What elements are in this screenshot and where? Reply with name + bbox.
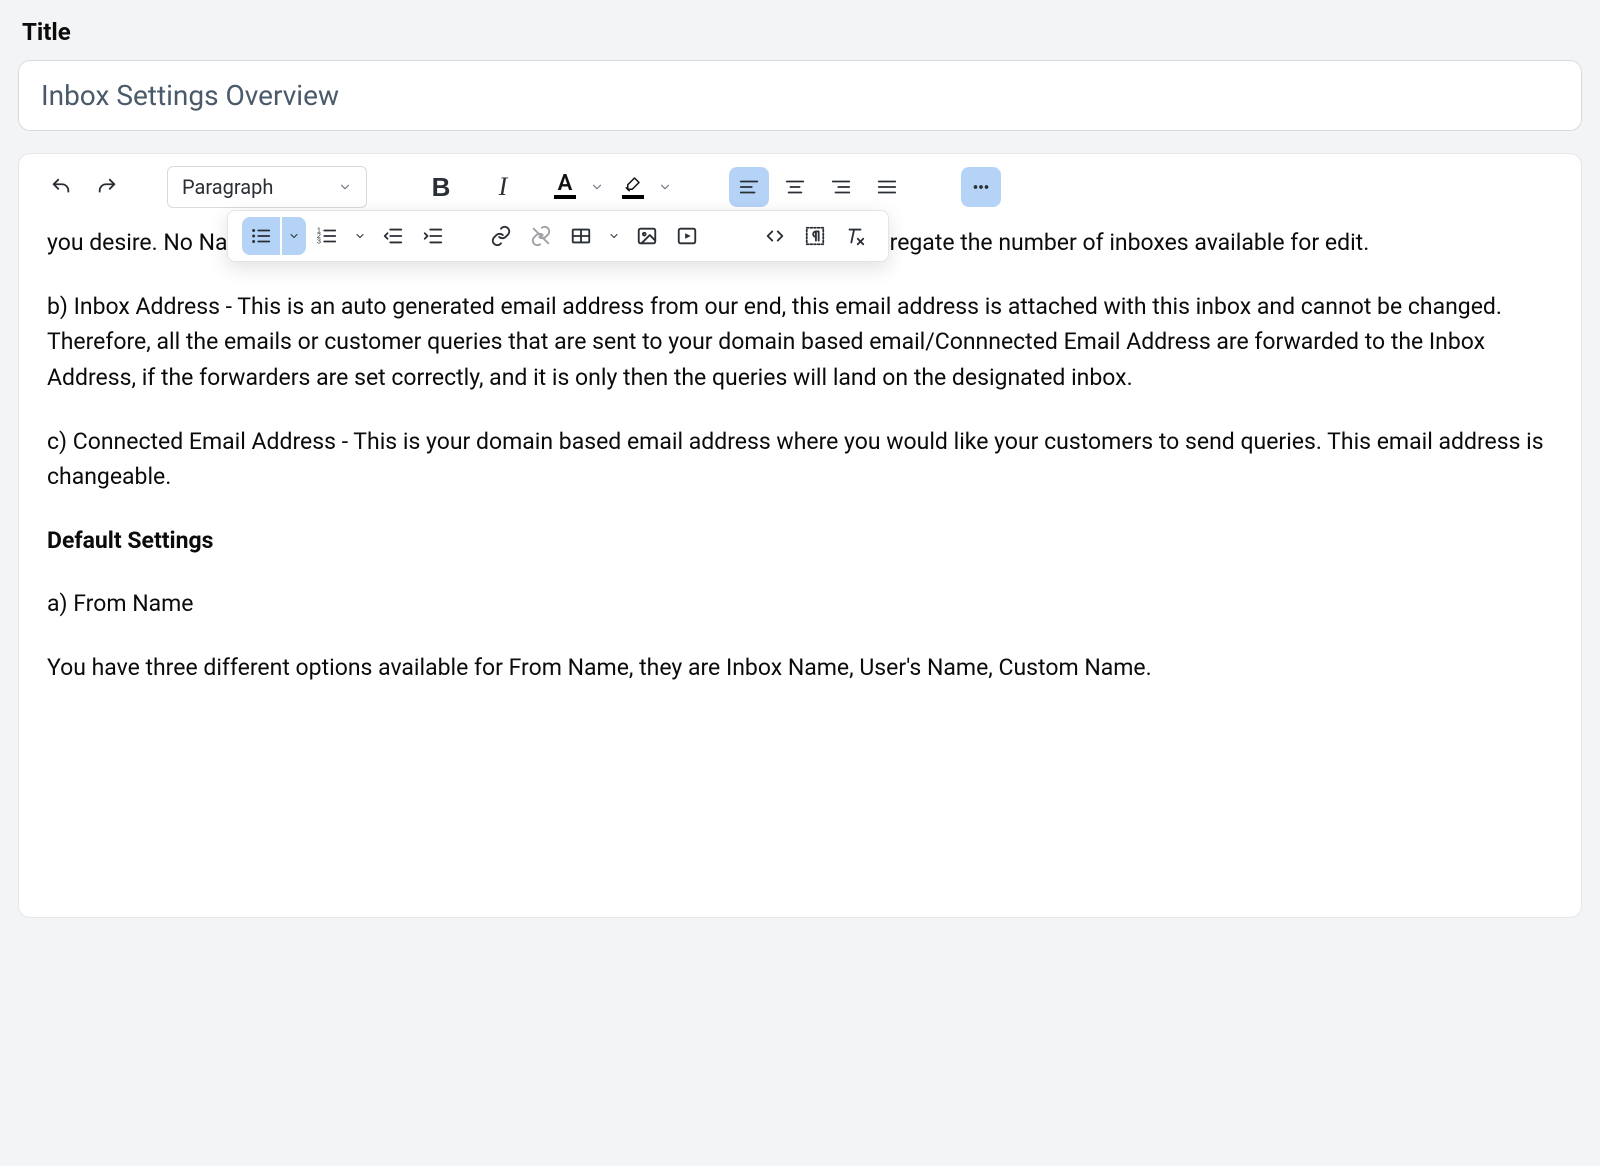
block-format-select[interactable]: Paragraph — [167, 166, 367, 208]
insert-table-dropdown[interactable] — [602, 217, 626, 255]
unlink-icon — [530, 225, 552, 247]
undo-button[interactable] — [41, 167, 81, 207]
highlighter-icon — [622, 175, 644, 193]
code-icon — [764, 225, 786, 247]
editor-content-area[interactable]: you desire. No Name (See below) o — [19, 217, 1581, 917]
show-invisible-chars-button[interactable] — [796, 217, 834, 255]
chevron-down-icon — [288, 230, 300, 242]
numbered-list-icon: 1 2 3 — [316, 225, 338, 247]
editor-document: you desire. No Name (See below) o — [47, 225, 1553, 686]
heading-default-settings: Default Settings — [47, 523, 1553, 559]
undo-icon — [50, 176, 72, 198]
numbered-list-dropdown[interactable] — [348, 217, 372, 255]
align-justify-icon — [876, 176, 898, 198]
video-icon — [676, 225, 698, 247]
clear-formatting-button[interactable] — [836, 217, 874, 255]
bullet-list-dropdown[interactable] — [282, 217, 306, 255]
insert-media-button[interactable] — [668, 217, 706, 255]
align-justify-button[interactable] — [867, 167, 907, 207]
indent-icon — [422, 225, 444, 247]
highlight-color-bar — [622, 195, 644, 199]
insert-image-button[interactable] — [628, 217, 666, 255]
italic-button[interactable]: I — [483, 167, 523, 207]
bullet-list-icon — [250, 225, 272, 247]
text-color-icon: A — [558, 175, 573, 193]
outdent-button[interactable] — [374, 217, 412, 255]
paragraph-from-name-label: a) From Name — [47, 586, 1553, 622]
more-options-button[interactable] — [961, 167, 1001, 207]
remove-link-button[interactable] — [522, 217, 560, 255]
bullet-list-button[interactable] — [242, 217, 280, 255]
title-input[interactable] — [18, 60, 1582, 131]
redo-button[interactable] — [87, 167, 127, 207]
paragraph-connected-email: c) Connected Email Address - This is you… — [47, 424, 1553, 495]
link-icon — [490, 225, 512, 247]
ellipsis-icon — [970, 176, 992, 198]
insert-table-button[interactable] — [562, 217, 600, 255]
image-icon — [636, 225, 658, 247]
outdent-icon — [382, 225, 404, 247]
redo-icon — [96, 176, 118, 198]
pilcrow-select-icon — [804, 225, 826, 247]
editor-toolbar-primary: Paragraph B I A — [19, 154, 1581, 217]
align-center-button[interactable] — [775, 167, 815, 207]
table-icon — [570, 225, 592, 247]
align-right-button[interactable] — [821, 167, 861, 207]
indent-button[interactable] — [414, 217, 452, 255]
chevron-down-icon — [338, 180, 352, 194]
bold-button[interactable]: B — [421, 167, 461, 207]
text-color-picker[interactable]: A — [545, 167, 607, 207]
block-format-label: Paragraph — [182, 175, 273, 199]
paragraph-from-name-body: You have three different options availab… — [47, 650, 1553, 686]
align-center-icon — [784, 176, 806, 198]
bold-icon: B — [432, 172, 451, 203]
svg-text:3: 3 — [317, 236, 321, 245]
title-label: Title — [22, 18, 1582, 46]
numbered-list-button[interactable]: 1 2 3 — [308, 217, 346, 255]
align-right-icon — [830, 176, 852, 198]
align-left-button[interactable] — [729, 167, 769, 207]
source-code-button[interactable] — [756, 217, 794, 255]
paragraph-inbox-address: b) Inbox Address - This is an auto gener… — [47, 289, 1553, 396]
insert-link-button[interactable] — [482, 217, 520, 255]
chevron-down-icon — [655, 180, 675, 194]
rich-text-editor: Paragraph B I A — [18, 153, 1582, 918]
align-left-icon — [738, 176, 760, 198]
text-color-bar — [554, 195, 576, 199]
highlight-color-picker[interactable] — [613, 167, 675, 207]
italic-icon: I — [499, 172, 508, 202]
chevron-down-icon — [608, 230, 620, 242]
editor-toolbar-secondary: 1 2 3 — [227, 210, 889, 262]
chevron-down-icon — [354, 230, 366, 242]
chevron-down-icon — [587, 180, 607, 194]
clear-format-icon — [844, 225, 866, 247]
